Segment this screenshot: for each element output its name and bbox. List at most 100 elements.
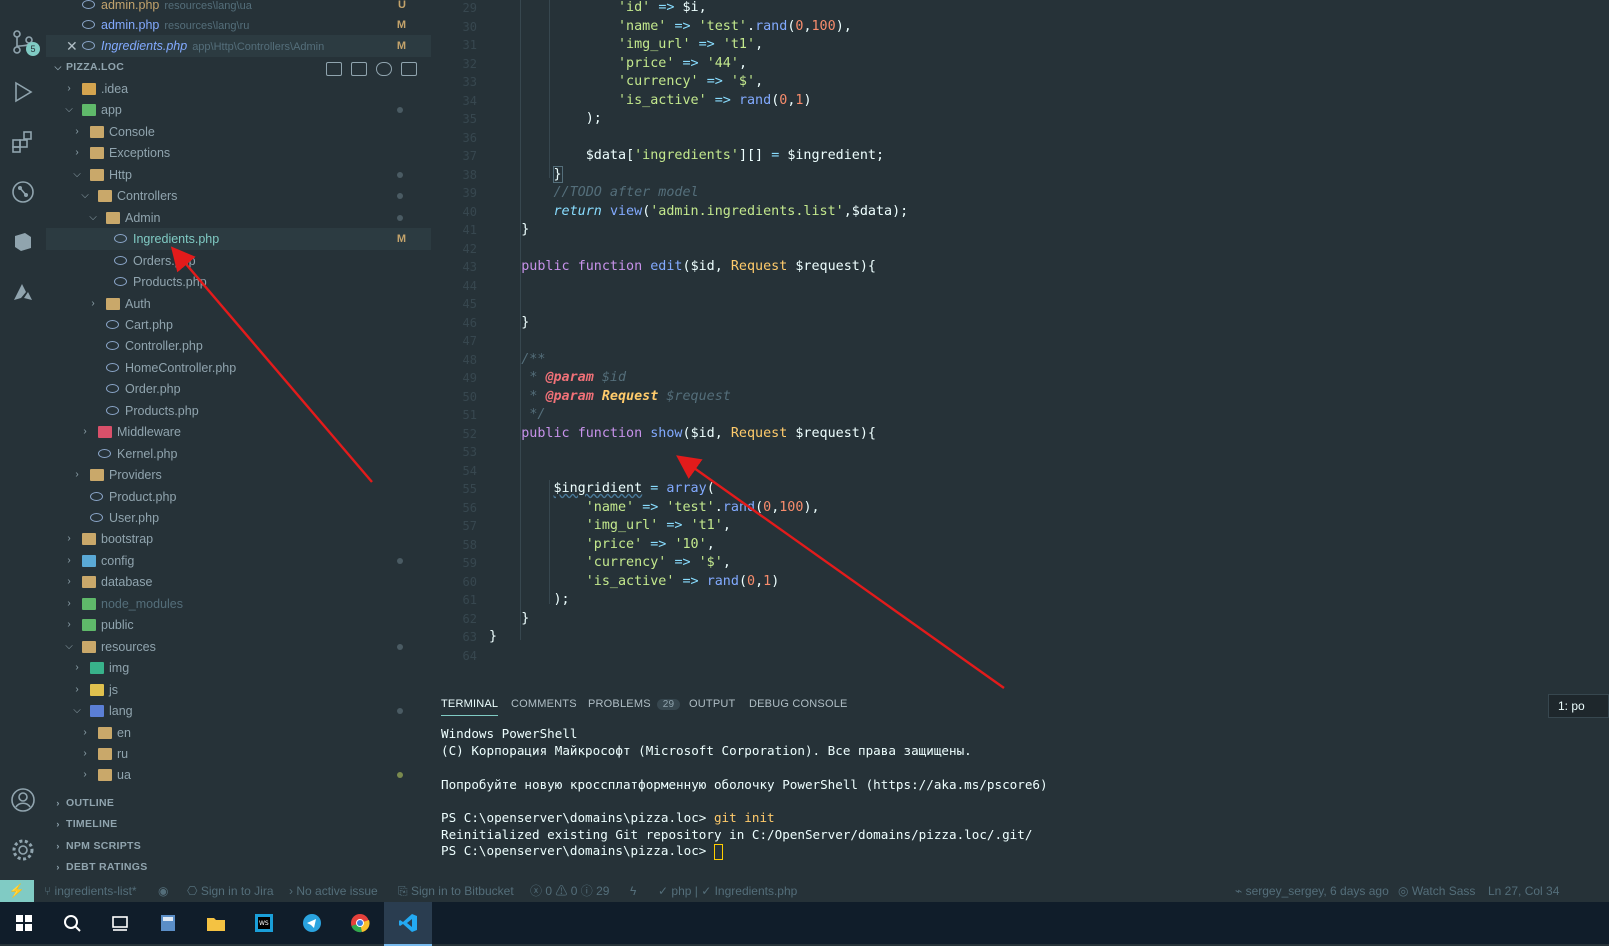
tree-file[interactable]: Products.php (46, 271, 431, 293)
close-icon[interactable]: ✕ (66, 35, 78, 57)
git-graph-icon[interactable] (9, 178, 37, 206)
tree-folder[interactable]: › ua (46, 764, 431, 786)
tree-folder[interactable]: › img (46, 657, 431, 679)
chevron-right-icon: › (67, 619, 71, 631)
tree-file[interactable]: Controller.php (46, 335, 431, 357)
tree-item-label: database (101, 575, 153, 590)
tree-file[interactable]: Cart.php (46, 314, 431, 336)
tree-folder[interactable]: › Providers (46, 464, 431, 486)
remote-indicator-icon[interactable]: ⚡ (0, 880, 34, 902)
line-number: 29 (462, 1, 477, 15)
webstorm-app[interactable]: WS (240, 902, 288, 944)
tab-output[interactable]: OUTPUT (689, 698, 735, 710)
folder-icon (82, 576, 96, 589)
branch-name: ingredients-list* (54, 884, 137, 898)
language-indicator[interactable]: ✓ php | ✓ Ingredients.php (658, 880, 797, 902)
line-number: 60 (462, 574, 477, 589)
tab-problems[interactable]: PROBLEMS 29 (588, 698, 681, 710)
remote-explorer-icon[interactable] (9, 228, 37, 256)
refresh-icon[interactable] (376, 62, 392, 76)
line-number: 31 (462, 38, 477, 52)
line-number: 46 (462, 315, 477, 330)
timeline-section[interactable]: › TIMELINE (46, 814, 431, 835)
lightning-icon[interactable]: ϟ (630, 880, 636, 902)
jira-signin[interactable]: ⎔ Sign in to Jira (187, 880, 274, 902)
open-editor-item[interactable]: admin.php resources\lang\ru M (46, 14, 431, 36)
windows-logo-icon (16, 915, 32, 931)
tree-item-label: Middleware (117, 425, 181, 440)
tree-folder[interactable]: › Console (46, 121, 431, 143)
bitbucket-signin[interactable]: ⎘ Sign in to Bitbucket (398, 880, 514, 902)
tab-comments[interactable]: COMMENTS (511, 698, 577, 710)
tree-folder[interactable]: › bootstrap (46, 528, 431, 550)
code-line: } (489, 610, 530, 626)
calculator-app[interactable] (144, 902, 192, 944)
azure-icon[interactable] (9, 278, 37, 306)
tree-folder[interactable]: ⌵ Http (46, 164, 431, 186)
tree-file[interactable]: Orders.php (46, 250, 431, 272)
account-icon[interactable] (9, 786, 37, 814)
run-debug-icon[interactable] (9, 78, 37, 106)
git-blame[interactable]: ⌁ sergey_sergey, 6 days ago (1235, 880, 1389, 902)
terminal-line: PS C:\openserver\domains\pizza.loc> git … (441, 810, 775, 825)
vscode-app[interactable] (384, 902, 432, 946)
blame-label: sergey_sergey, 6 days ago (1245, 884, 1389, 898)
line-number: 63 (462, 630, 477, 644)
command-text: git init (713, 810, 775, 825)
code-line: 'price' => '10', (585, 536, 715, 552)
settings-gear-icon[interactable] (9, 836, 37, 864)
terminal-prompt[interactable]: PS C:\openserver\domains\pizza.loc> (441, 843, 723, 860)
tree-folder[interactable]: ⌵ resources (46, 636, 431, 658)
line-number: 61 (462, 593, 477, 607)
open-editor-item-active[interactable]: ✕ Ingredients.php app\Http\Controllers\Ad… (46, 35, 431, 57)
sync-icon[interactable]: ◉ (158, 880, 168, 902)
telegram-app[interactable] (288, 902, 336, 944)
collapse-all-icon[interactable] (401, 62, 417, 76)
tree-folder[interactable]: › ru (46, 743, 431, 765)
tree-file[interactable]: Products.php (46, 400, 431, 422)
chrome-icon (351, 914, 370, 933)
tree-folder[interactable]: ⌵ Admin (46, 207, 431, 229)
code-editor[interactable]: 29 30 31 32 33 34 35 36 37 38 39 40 41 42 43 44 45 46 47 48… (431, 0, 1609, 690)
tree-folder[interactable]: ⌵ Controllers (46, 185, 431, 207)
search-button[interactable] (48, 902, 96, 944)
new-file-icon[interactable] (326, 62, 342, 76)
branch-indicator[interactable]: ⑂ ingredients-list* (44, 880, 137, 902)
jira-issue[interactable]: › No active issue (289, 880, 378, 902)
tab-terminal[interactable]: TERMINAL (441, 698, 499, 716)
tab-debug-console[interactable]: DEBUG CONSOLE (749, 698, 848, 710)
watch-sass[interactable]: ◎ Watch Sass (1398, 880, 1475, 902)
tree-file[interactable]: HomeController.php (46, 357, 431, 379)
tree-file[interactable]: Product.php (46, 486, 431, 508)
tree-folder[interactable]: › Exceptions (46, 142, 431, 164)
tree-folder[interactable]: › database (46, 571, 431, 593)
tree-file[interactable]: Order.php (46, 378, 431, 400)
file-explorer-app[interactable] (192, 902, 240, 944)
new-folder-icon[interactable] (351, 62, 367, 76)
npm-scripts-section[interactable]: › NPM SCRIPTS (46, 836, 431, 857)
tree-file[interactable]: Kernel.php (46, 443, 431, 465)
tree-folder[interactable]: › Middleware (46, 421, 431, 443)
chevron-right-icon: › (75, 147, 79, 159)
cursor-position[interactable]: Ln 27, Col 34 (1488, 880, 1559, 902)
search-icon (64, 915, 81, 932)
tree-file[interactable]: User.php (46, 507, 431, 529)
tree-folder[interactable]: › config (46, 550, 431, 572)
chrome-app[interactable] (336, 902, 384, 944)
tree-folder[interactable]: › Auth (46, 293, 431, 315)
debt-ratings-section[interactable]: › DEBT RATINGS (46, 857, 431, 878)
outline-section[interactable]: › OUTLINE (46, 793, 431, 814)
tree-folder[interactable]: › node_modules (46, 593, 431, 615)
tree-folder[interactable]: ⌵ app (46, 99, 431, 121)
problems-indicator[interactable]: ⓧ 0 ⚠ 0 ⓘ 29 (530, 880, 609, 902)
tree-folder[interactable]: › en (46, 722, 431, 744)
tree-file[interactable]: Ingredients.php M (46, 228, 431, 251)
tree-folder[interactable]: › public (46, 614, 431, 636)
task-view-button[interactable] (96, 902, 144, 944)
tree-folder[interactable]: › js (46, 679, 431, 701)
extensions-icon[interactable] (9, 128, 37, 156)
tree-folder[interactable]: ⌵ lang (46, 700, 431, 722)
tree-folder[interactable]: › .idea (46, 78, 431, 100)
windows-start-button[interactable] (0, 902, 48, 944)
terminal-selector[interactable]: 1: po (1548, 694, 1609, 718)
